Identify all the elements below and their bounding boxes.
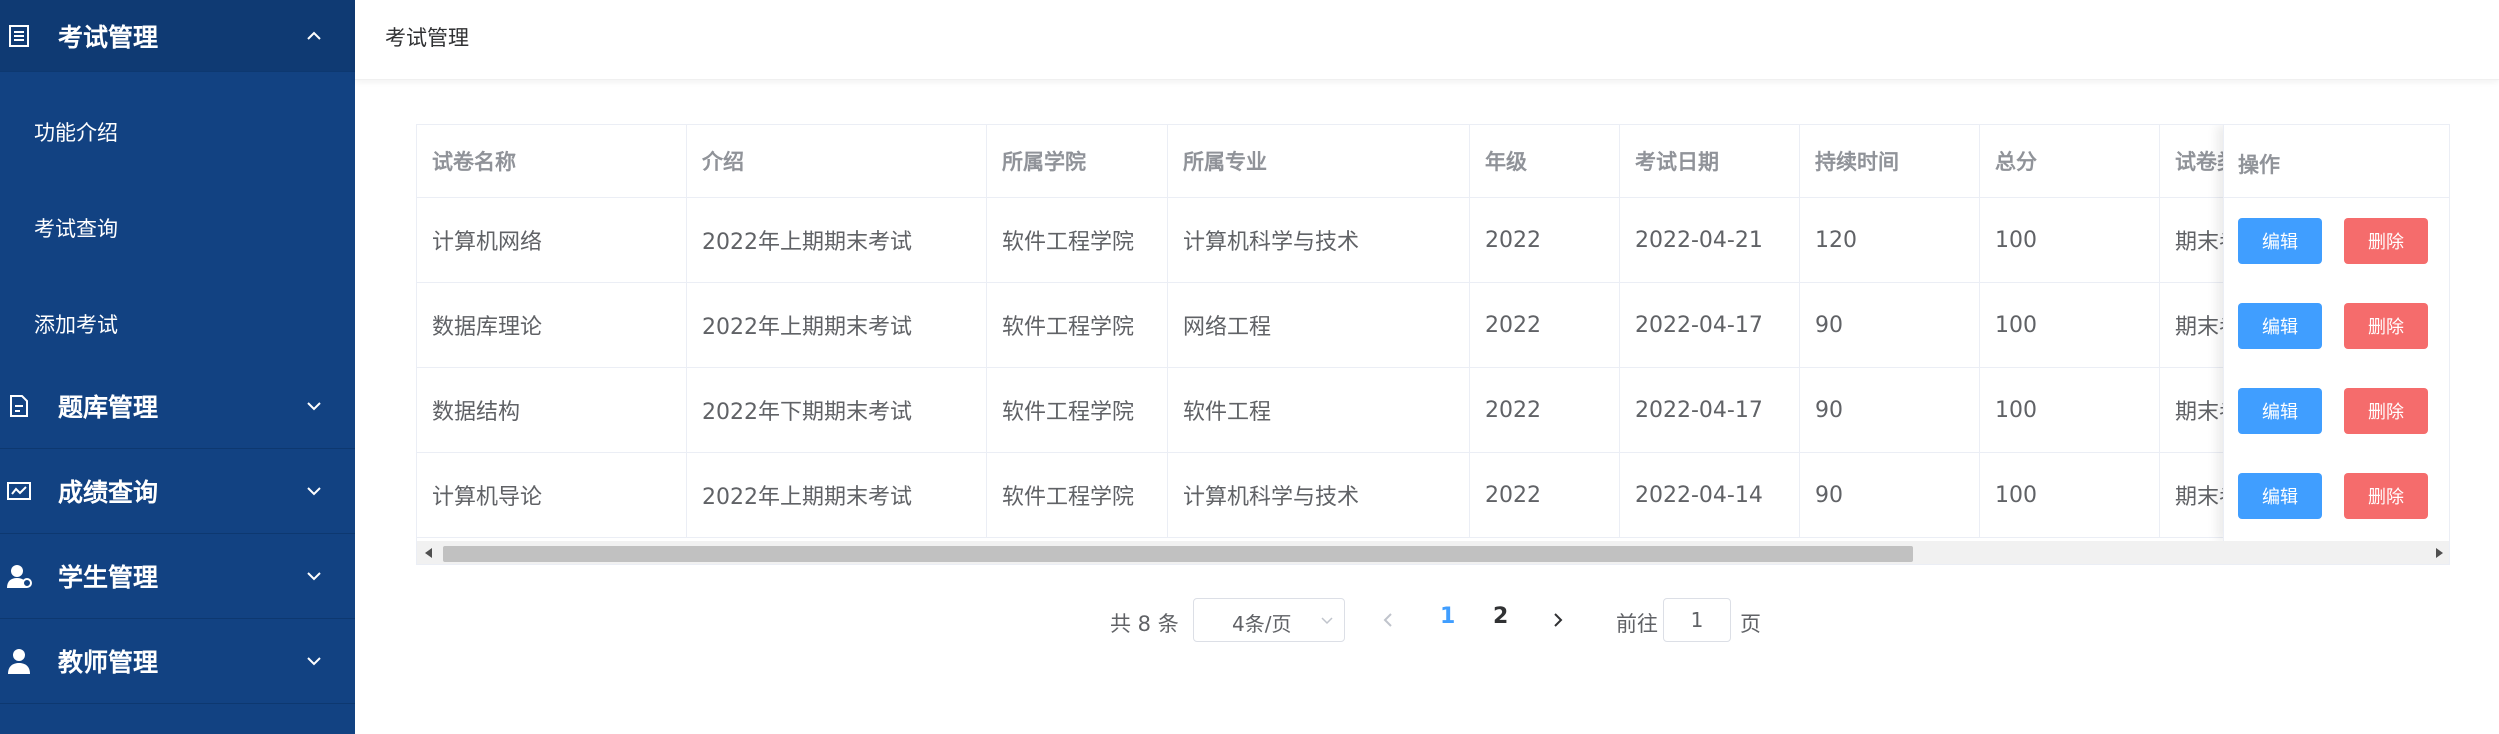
chevron-up-icon <box>305 27 323 45</box>
table-cell: 2022-04-17 <box>1620 368 1800 453</box>
column-header[interactable]: 所属专业 <box>1168 125 1470 198</box>
menu-student-management[interactable]: 学生管理 <box>0 534 355 619</box>
submenu-label: 添加考试 <box>34 313 118 337</box>
table-cell: 2022年下期期末考试 <box>687 368 987 453</box>
horizontal-scrollbar[interactable] <box>417 541 2449 564</box>
page-suffix: 页 <box>1740 612 1761 636</box>
table-cell: 软件工程学院 <box>987 453 1168 538</box>
next-page-button[interactable] <box>1548 608 1568 632</box>
table-cell: 2022-04-14 <box>1620 453 1800 538</box>
table-cell: 软件工程 <box>1168 368 1470 453</box>
column-header[interactable]: 试卷名称 <box>417 125 687 198</box>
action-column: 操作 编辑 删除 编辑 删除 编辑 删除 编辑 删除 <box>2223 125 2449 541</box>
goto-page-input[interactable] <box>1663 598 1731 642</box>
column-header[interactable]: 总分 <box>1980 125 2160 198</box>
table-cell: 90 <box>1800 283 1980 368</box>
table-cell: 2022 <box>1470 198 1620 283</box>
submenu-item-exam-query[interactable]: 考试查询 <box>0 180 355 276</box>
menu-title: 学生管理 <box>58 563 159 592</box>
menu-question-bank[interactable]: 题库管理 <box>0 364 355 449</box>
table-cell: 数据库理论 <box>417 283 687 368</box>
edit-button[interactable]: 编辑 <box>2238 388 2322 434</box>
total-count: 共 8 条 <box>1110 612 1179 636</box>
page-number-current[interactable]: 1 <box>1440 604 1455 629</box>
sidebar: 考试管理 功能介绍 考试查询 添加考试 题库管理 成绩查询 学生管理 教师管理 <box>0 0 355 734</box>
top-header: 考试管理 <box>355 0 2499 80</box>
table-cell: 网络工程 <box>1168 283 1470 368</box>
table-cell: 计算机科学与技术 <box>1168 198 1470 283</box>
table-cell: 100 <box>1980 368 2160 453</box>
table-cell: 计算机网络 <box>417 198 687 283</box>
document-icon <box>6 23 32 49</box>
delete-button[interactable]: 删除 <box>2344 473 2428 519</box>
user-icon <box>6 648 32 674</box>
table-cell: 100 <box>1980 283 2160 368</box>
table-cell: 数据结构 <box>417 368 687 453</box>
page-size-value: 4条/页 <box>1232 612 1292 636</box>
edit-button[interactable]: 编辑 <box>2238 218 2322 264</box>
chevron-down-icon <box>305 397 323 415</box>
edit-button[interactable]: 编辑 <box>2238 473 2322 519</box>
column-header[interactable]: 持续时间 <box>1800 125 1980 198</box>
table-cell: 软件工程学院 <box>987 368 1168 453</box>
table-cell: 2022年上期期末考试 <box>687 283 987 368</box>
delete-button[interactable]: 删除 <box>2344 303 2428 349</box>
submenu-item-intro[interactable]: 功能介绍 <box>0 84 355 180</box>
column-header[interactable]: 介绍 <box>687 125 987 198</box>
page-size-select[interactable]: 4条/页 <box>1193 598 1345 642</box>
table-cell: 软件工程学院 <box>987 283 1168 368</box>
student-icon <box>6 563 32 589</box>
table-cell: 2022-04-21 <box>1620 198 1800 283</box>
delete-button[interactable]: 删除 <box>2344 388 2428 434</box>
submenu-label: 功能介绍 <box>34 121 118 145</box>
table-cell: 2022年上期期末考试 <box>687 453 987 538</box>
table-cell: 2022 <box>1470 283 1620 368</box>
scrollbar-thumb[interactable] <box>443 546 1913 562</box>
table-cell: 100 <box>1980 453 2160 538</box>
submenu-item-add-exam[interactable]: 添加考试 <box>0 276 355 372</box>
prev-page-button[interactable] <box>1378 608 1398 632</box>
menu-score-query[interactable]: 成绩查询 <box>0 449 355 534</box>
menu-title: 考试管理 <box>58 22 159 52</box>
edit-document-icon <box>6 393 32 419</box>
table-cell: 90 <box>1800 453 1980 538</box>
chevron-down-icon <box>305 567 323 585</box>
table-cell: 软件工程学院 <box>987 198 1168 283</box>
delete-button[interactable]: 删除 <box>2344 218 2428 264</box>
edit-button[interactable]: 编辑 <box>2238 303 2322 349</box>
column-header[interactable]: 年级 <box>1470 125 1620 198</box>
chevron-down-icon <box>305 652 323 670</box>
page-number[interactable]: 2 <box>1493 604 1508 629</box>
menu-title: 成绩查询 <box>58 478 159 507</box>
table-cell: 2022 <box>1470 453 1620 538</box>
table-cell: 120 <box>1800 198 1980 283</box>
column-header[interactable]: 考试日期 <box>1620 125 1800 198</box>
chevron-down-icon <box>305 482 323 500</box>
table-cell: 100 <box>1980 198 2160 283</box>
column-header[interactable]: 所属学院 <box>987 125 1168 198</box>
table-cell: 2022-04-17 <box>1620 283 1800 368</box>
goto-label: 前往 <box>1616 612 1658 636</box>
menu-title: 题库管理 <box>58 393 159 422</box>
menu-exam-management[interactable]: 考试管理 <box>0 0 355 72</box>
action-header-cell: 操作 <box>2224 125 2449 198</box>
action-column-header: 操作 <box>2238 153 2280 177</box>
menu-title: 教师管理 <box>58 648 159 677</box>
breadcrumb: 考试管理 <box>385 26 469 50</box>
menu-teacher-management[interactable]: 教师管理 <box>0 619 355 704</box>
table-cell: 计算机科学与技术 <box>1168 453 1470 538</box>
exam-table: 试卷名称 介绍 所属学院 所属专业 年级 考试日期 持续时间 总分 试卷类 计算… <box>416 124 2450 565</box>
chevron-down-icon <box>1321 617 1333 625</box>
table-cell: 计算机导论 <box>417 453 687 538</box>
table-cell: 2022 <box>1470 368 1620 453</box>
scroll-right-icon[interactable] <box>2433 547 2445 559</box>
submenu-label: 考试查询 <box>34 217 118 241</box>
scroll-left-icon[interactable] <box>423 547 435 559</box>
chart-card-icon <box>6 478 32 504</box>
table-cell: 90 <box>1800 368 1980 453</box>
table-cell: 2022年上期期末考试 <box>687 198 987 283</box>
pagination: 共 8 条 4条/页 1 2 前往 页 <box>1100 598 1800 644</box>
